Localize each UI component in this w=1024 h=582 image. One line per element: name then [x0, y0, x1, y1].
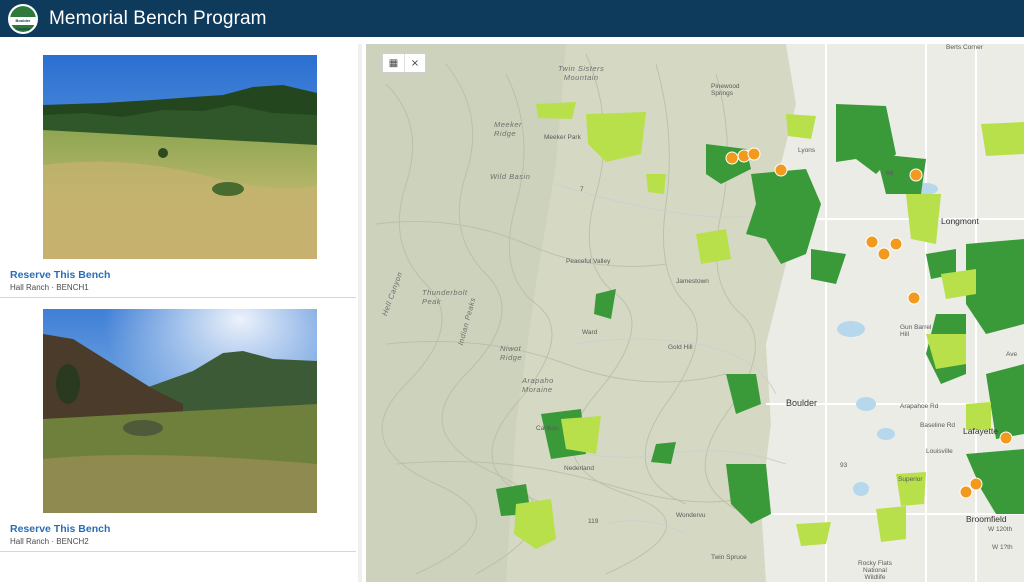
- map-label: Rocky Flats National Wildlife: [858, 560, 892, 581]
- reserve-bench-link[interactable]: Reserve This Bench: [10, 523, 110, 535]
- map-label: W 1?th: [992, 544, 1013, 551]
- map-label: Wild Basin: [490, 172, 531, 181]
- map-label: Longmont: [941, 216, 979, 226]
- map-label: Nederland: [564, 465, 594, 472]
- map-label: Meeker Ridge: [494, 120, 523, 138]
- basemap-gallery-icon[interactable]: ▦: [383, 54, 404, 72]
- reserve-bench-link[interactable]: Reserve This Bench: [10, 269, 110, 281]
- bench-card[interactable]: Reserve This Bench Hall Ranch · BENCH1: [0, 55, 356, 300]
- map-label: Boulder: [786, 398, 818, 408]
- map-label: Lyons: [798, 147, 816, 154]
- map-label: Berts Corner: [946, 44, 983, 51]
- map-label: Wondervu: [676, 512, 706, 519]
- map-label: Peaceful Valley: [566, 258, 611, 265]
- map-label: Twin Sisters Mountain: [558, 64, 605, 82]
- card-divider: [0, 551, 356, 552]
- map-label: W 120th: [988, 526, 1013, 533]
- map-label: Arapahoe Rd: [900, 403, 939, 410]
- map-label: Gold Hill: [668, 344, 693, 351]
- map-label: Pinewood Springs: [711, 83, 740, 97]
- map-label: Arapaho Moraine: [522, 376, 554, 394]
- map-label: 66: [886, 170, 894, 177]
- map-label: Twin Spruce: [711, 554, 747, 561]
- map-label: Caribou: [536, 425, 559, 432]
- app-title: Memorial Bench Program: [49, 7, 267, 29]
- map-label: 93: [840, 462, 848, 469]
- map-label: Meeker Park: [544, 134, 581, 141]
- bench-subtitle: Hall Ranch · BENCH2: [10, 537, 89, 546]
- map-label: Ward: [582, 329, 598, 336]
- bench-list[interactable]: Reserve This Bench Hall Ranch · BENCH1 R…: [0, 44, 362, 582]
- bench-photo[interactable]: [43, 55, 317, 259]
- bench-photo[interactable]: [43, 309, 317, 513]
- close-icon[interactable]: ×: [403, 54, 425, 72]
- map-label: Ave: [1006, 351, 1018, 358]
- bench-card[interactable]: Reserve This Bench Hall Ranch · BENCH2: [0, 309, 356, 554]
- map-label: Niwot Ridge: [500, 344, 523, 362]
- bench-subtitle: Hall Ranch · BENCH1: [10, 283, 89, 292]
- map-label: Thunderbolt Peak: [422, 288, 468, 306]
- app-header: Boulder County Memorial Bench Program: [0, 0, 1024, 37]
- card-divider: [0, 297, 356, 298]
- logo-text: Boulder County: [15, 17, 31, 31]
- map-label: Jamestown: [676, 278, 709, 285]
- map-label: Gun Barrel Hill: [900, 324, 932, 338]
- map-label: Louisville: [926, 448, 953, 455]
- map-label: Superior: [898, 476, 923, 483]
- map-label: 7: [580, 186, 584, 193]
- list-scrollbar[interactable]: [358, 44, 362, 582]
- map-label: Lafayette: [963, 426, 998, 436]
- map-view[interactable]: Twin Sisters Mountain Meeker Ridge Meeke…: [366, 44, 1024, 582]
- map-toolbar: ▦ ×: [382, 53, 426, 73]
- county-logo-icon: Boulder County: [8, 3, 38, 34]
- map-label: Baseline Rd: [920, 422, 956, 429]
- map-label: 119: [588, 518, 599, 525]
- map-label: Broomfield: [966, 514, 1007, 524]
